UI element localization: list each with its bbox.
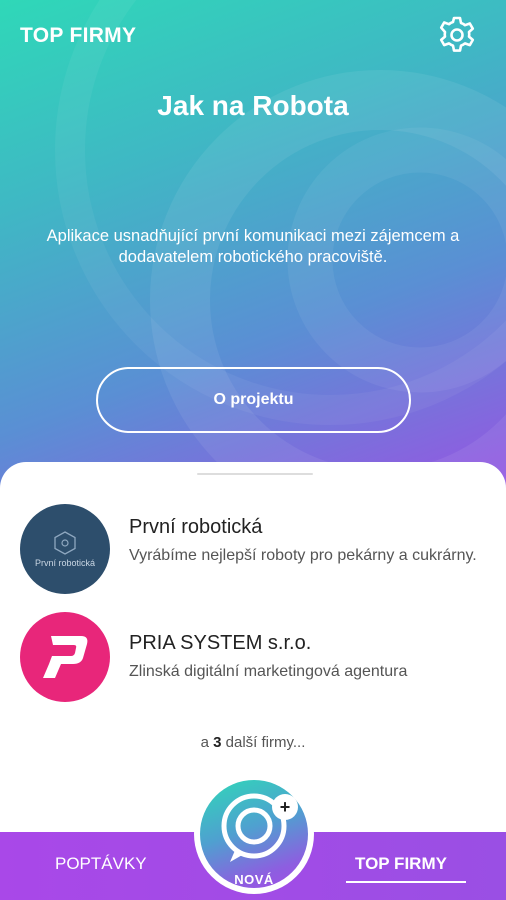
about-project-button[interactable]: O projektu [96,367,411,433]
company-description: Zlinská digitální marketingová agentura [129,663,408,680]
app-brand: TOP FIRMY [20,24,137,47]
fab-label: NOVÁ [234,872,274,887]
more-count: 3 [213,734,222,751]
app-subtitle: Aplikace usnadňující první komunikaci me… [46,227,460,266]
company-logo: První robotická [20,504,110,594]
tab-poptavky[interactable]: POPTÁVKY [55,854,147,874]
logo-text: První robotická [34,557,96,568]
sheet-handle[interactable] [197,473,313,475]
page-title: Jak na Robota [157,90,349,121]
company-description: Vyrábíme nejlepší roboty pro pekárny a c… [129,547,477,564]
fab-circle: + NOVÁ [200,780,308,888]
company-name: PRIA SYSTEM s.r.o. [129,632,312,654]
company-item-prvni-roboticka[interactable]: První robotická První robotická Vyrábíme… [20,504,490,596]
new-request-button[interactable]: + NOVÁ [194,774,314,894]
more-companies-link[interactable]: a 3 další firmy... [0,734,506,751]
more-prefix: a [200,734,209,751]
company-logo [20,612,110,702]
hexagon-icon [54,530,76,555]
more-suffix: další firmy... [225,734,306,751]
plus-icon: + [272,794,298,820]
tab-top-firmy[interactable]: TOP FIRMY [355,854,447,874]
pria-logo-icon [43,636,88,678]
active-tab-indicator [346,881,466,883]
hero-section: TOP FIRMY Jak na Robota Aplikace usnadňu… [0,0,506,520]
gear-icon[interactable] [437,15,477,55]
company-item-pria-system[interactable]: PRIA SYSTEM s.r.o. Zlinská digitální mar… [20,612,490,704]
company-name: První robotická [129,516,263,538]
